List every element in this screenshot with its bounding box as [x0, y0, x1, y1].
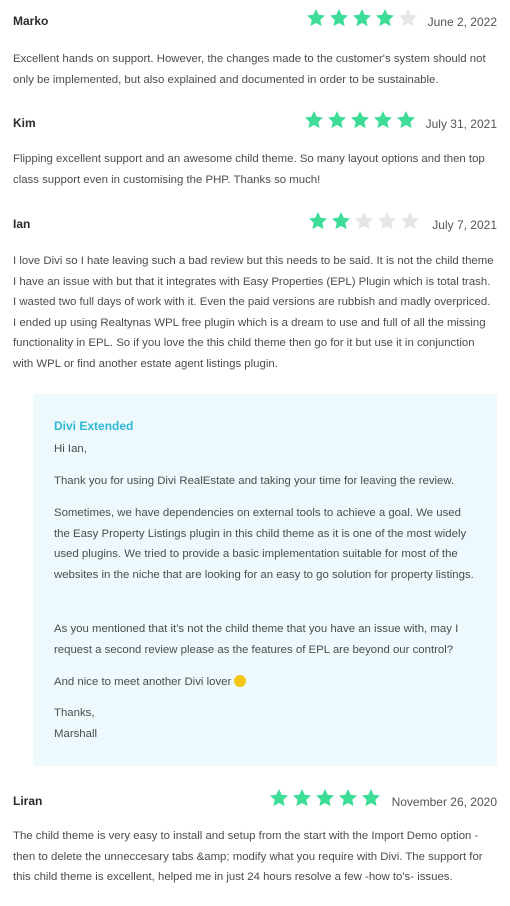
- reply-signoff: Thanks,: [54, 707, 95, 719]
- star-filled-icon: [293, 789, 311, 807]
- star-filled-icon: [316, 789, 334, 807]
- reply-paragraph-2: Sometimes, we have dependencies on exter…: [54, 507, 474, 581]
- star-filled-icon: [353, 9, 371, 27]
- star-filled-icon: [397, 111, 415, 129]
- review-text: Excellent hands on support. However, the…: [13, 53, 486, 86]
- star-rating: [268, 787, 382, 809]
- star-empty-icon: [355, 212, 373, 230]
- reply-greeting: Hi Ian,: [54, 443, 87, 455]
- review-text: Flipping excellent support and an awesom…: [13, 153, 485, 186]
- reply-author: Divi Extended: [54, 419, 134, 433]
- review-header: Marko June 2, 2022: [0, 5, 510, 33]
- star-filled-icon: [328, 111, 346, 129]
- review-liran: Liran November 26, 2020 The child theme …: [0, 785, 510, 883]
- review-kim: Kim July 31, 2021 Flipping excellent sup…: [0, 107, 510, 186]
- star-empty-icon: [399, 9, 417, 27]
- review-ian: Ian July 7, 2021 I love Divi so I hate l…: [0, 208, 510, 370]
- star-filled-icon: [362, 789, 380, 807]
- star-filled-icon: [270, 789, 288, 807]
- star-empty-icon: [378, 212, 396, 230]
- review-author: Liran: [13, 794, 43, 808]
- review-header: Kim July 31, 2021: [0, 107, 510, 135]
- review-author: Ian: [13, 217, 31, 231]
- star-filled-icon: [309, 212, 327, 230]
- review-date: November 26, 2020: [391, 795, 497, 809]
- reply-paragraph-4-text: And nice to meet another Divi lover: [54, 676, 232, 688]
- review-author: Marko: [13, 14, 49, 28]
- star-rating: [305, 7, 419, 29]
- star-filled-icon: [307, 9, 325, 27]
- reply-paragraph-3: As you mentioned that it's not the child…: [54, 623, 459, 656]
- star-filled-icon: [376, 9, 394, 27]
- reply-paragraph-4: And nice to meet another Divi lover: [54, 672, 479, 693]
- reply-paragraph-1: Thank you for using Divi RealEstate and …: [54, 475, 455, 487]
- star-rating: [307, 210, 421, 232]
- grinning-face-emoji-icon: [234, 675, 247, 687]
- review-text: The child theme is very easy to install …: [13, 830, 483, 883]
- star-rating: [303, 109, 417, 131]
- reply-signature: Marshall: [54, 728, 98, 740]
- review-date: July 31, 2021: [425, 117, 497, 131]
- star-filled-icon: [305, 111, 323, 129]
- star-filled-icon: [351, 111, 369, 129]
- review-marko: Marko June 2, 2022 Excellent hands on su…: [0, 5, 510, 86]
- review-date: June 2, 2022: [427, 15, 497, 29]
- review-author: Kim: [13, 116, 36, 130]
- review-header: Ian July 7, 2021: [0, 208, 510, 236]
- developer-reply: Divi Extended Hi Ian, Thank you for usin…: [33, 394, 497, 766]
- star-filled-icon: [332, 212, 350, 230]
- review-date: July 7, 2021: [432, 218, 497, 232]
- review-text: I love Divi so I hate leaving such a bad…: [13, 255, 494, 370]
- star-filled-icon: [330, 9, 348, 27]
- star-empty-icon: [401, 212, 419, 230]
- star-filled-icon: [374, 111, 392, 129]
- star-filled-icon: [339, 789, 357, 807]
- review-header: Liran November 26, 2020: [0, 785, 510, 813]
